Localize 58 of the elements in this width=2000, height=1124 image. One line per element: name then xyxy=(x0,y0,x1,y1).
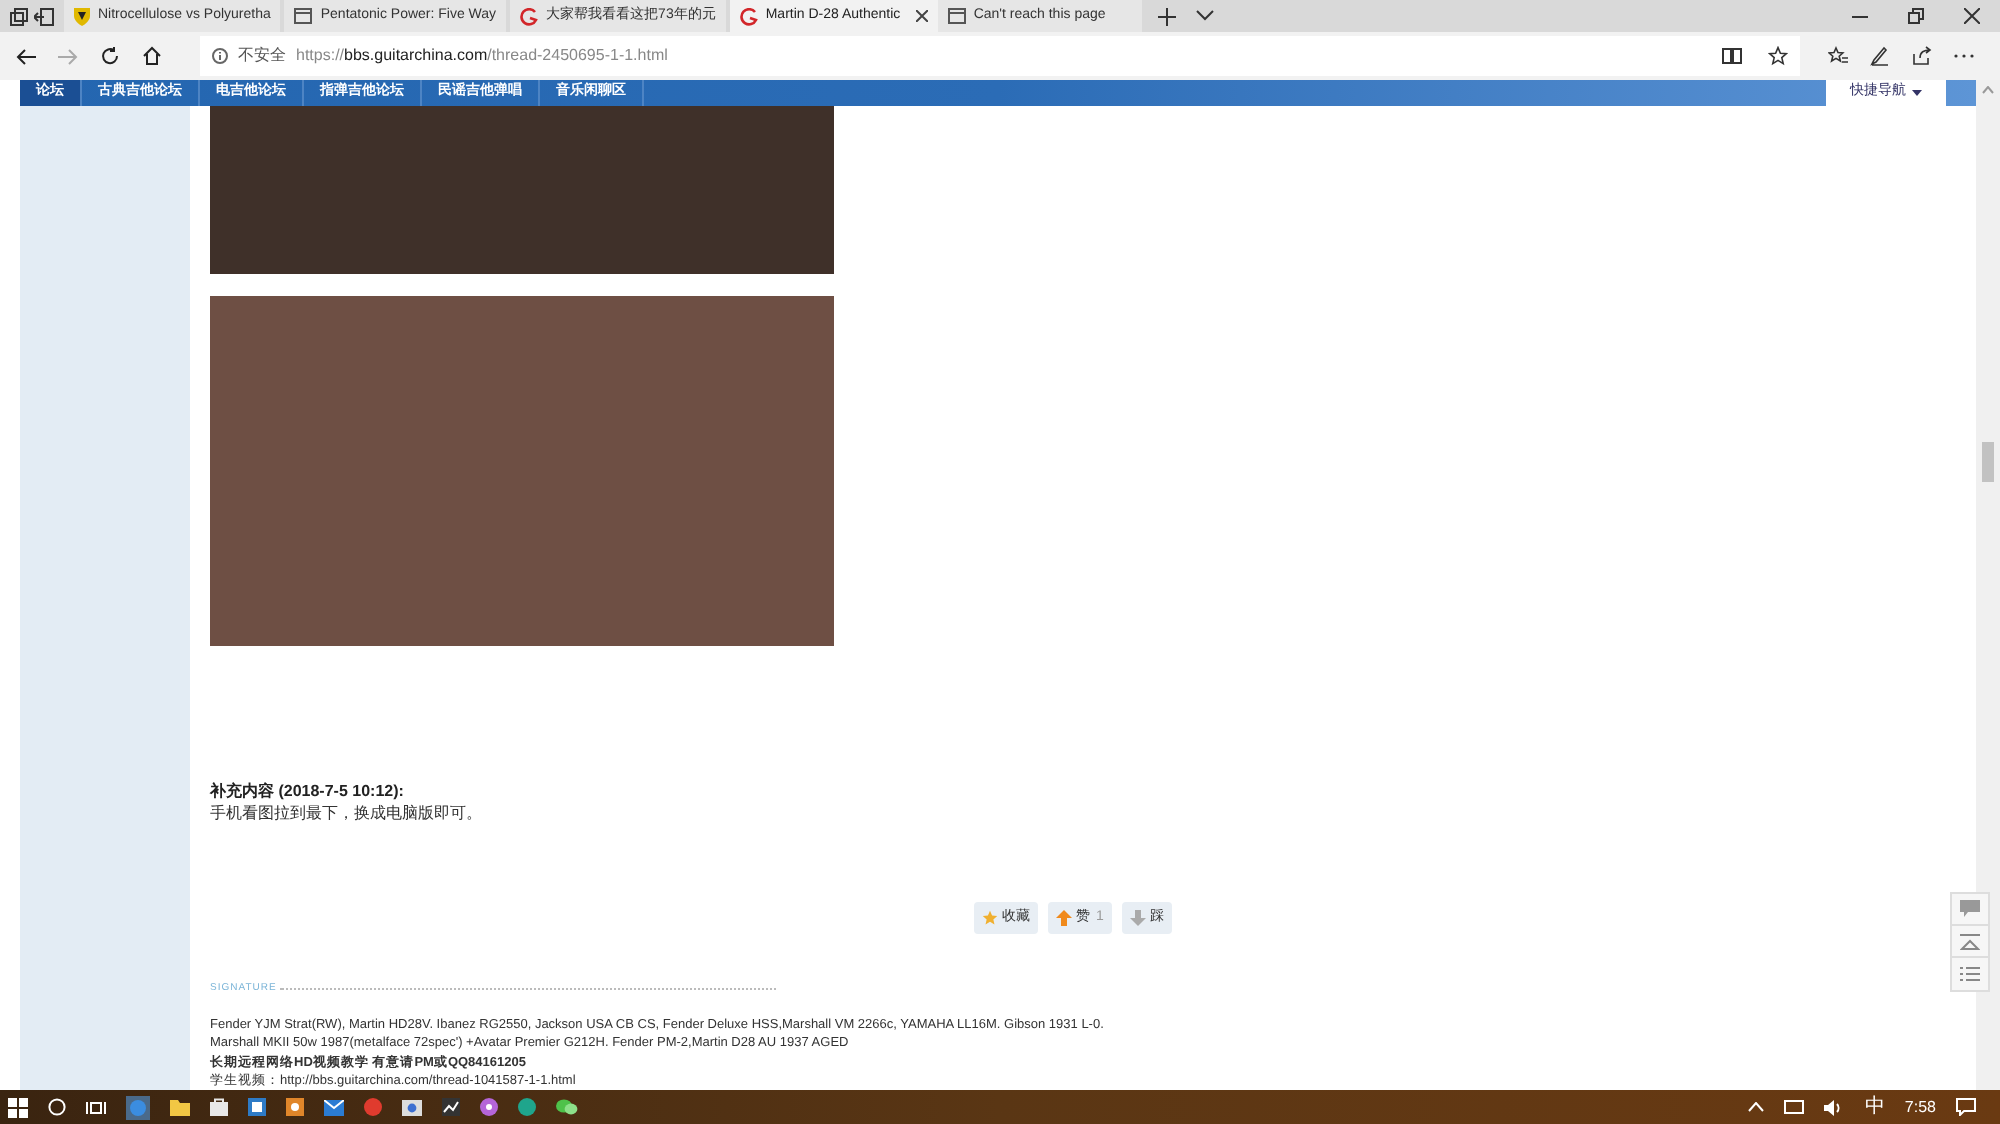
security-label: 不安全 xyxy=(238,44,286,68)
url-text: https://bbs.guitarchina.com/thread-2450695-1-1.html xyxy=(296,44,668,68)
share-icon[interactable] xyxy=(1911,46,1931,66)
list-icon xyxy=(1960,966,1980,982)
clock-text[interactable]: 7:58 xyxy=(1904,1099,1936,1115)
arrow-down-icon xyxy=(1129,910,1146,926)
browser-icon[interactable] xyxy=(126,1095,150,1119)
chevron-up-icon[interactable] xyxy=(1748,1102,1765,1112)
star-icon[interactable] xyxy=(1768,46,1788,66)
comment-tool[interactable] xyxy=(1952,894,1988,926)
top-icon xyxy=(1960,933,1980,949)
pen-icon[interactable] xyxy=(1869,46,1889,66)
search-icon[interactable] xyxy=(48,1098,66,1116)
shield-icon xyxy=(74,7,90,25)
task-view-icon[interactable] xyxy=(86,1099,106,1115)
bag-icon[interactable] xyxy=(210,1098,228,1116)
page-icon xyxy=(294,8,313,24)
close-icon[interactable] xyxy=(1964,8,1980,24)
home-icon[interactable] xyxy=(141,46,161,66)
back-icon[interactable] xyxy=(15,47,35,65)
globe-app-icon[interactable] xyxy=(518,1098,536,1116)
chevron-down-icon[interactable] xyxy=(1195,10,1214,22)
refresh-icon[interactable] xyxy=(99,46,119,66)
app-tile-icon[interactable] xyxy=(286,1098,304,1116)
mail-icon[interactable] xyxy=(324,1099,344,1115)
book-icon[interactable] xyxy=(1722,48,1742,64)
tab-back-icon[interactable] xyxy=(34,7,55,25)
address-field[interactable]: 不安全 https://bbs.guitarchina.com/thread-2450695-1-1.html xyxy=(200,36,1800,76)
tabs-icon[interactable] xyxy=(9,7,28,25)
info-icon[interactable] xyxy=(212,48,228,64)
minimize-icon[interactable] xyxy=(1852,15,1868,17)
supplement-text: 手机看图拉到最下，换成电脑版即可。 xyxy=(210,802,484,824)
supplement-title: 补充内容 (2018-7-5 10:12): xyxy=(210,782,406,802)
comment-icon xyxy=(1960,900,1980,918)
scrollbar-thumb[interactable] xyxy=(1982,442,1994,482)
swirl-logo-icon xyxy=(739,7,758,25)
folder-icon[interactable] xyxy=(170,1099,190,1115)
caret-icon xyxy=(1912,90,1922,96)
circle-app-icon[interactable] xyxy=(364,1098,382,1116)
volume-icon[interactable] xyxy=(1824,1099,1845,1115)
windows-icon[interactable] xyxy=(8,1097,28,1117)
close-tab-icon[interactable] xyxy=(915,10,928,22)
cloud-icon[interactable] xyxy=(402,1099,422,1115)
disc-icon[interactable] xyxy=(480,1098,498,1116)
chat-icon[interactable] xyxy=(556,1098,578,1116)
favorites-icon[interactable] xyxy=(1827,46,1847,66)
page-icon xyxy=(947,8,966,24)
network-icon[interactable] xyxy=(1784,1099,1805,1115)
app-grid-icon[interactable] xyxy=(248,1098,266,1116)
restore-icon[interactable] xyxy=(1908,8,1924,24)
chart-app-icon[interactable] xyxy=(442,1098,460,1116)
star-icon xyxy=(982,910,998,926)
forward-icon xyxy=(57,47,77,65)
arrow-up-icon xyxy=(1056,910,1072,926)
input-method-label[interactable]: 中 xyxy=(1864,1097,1885,1117)
new-tab-icon[interactable] xyxy=(1157,7,1176,25)
notification-icon[interactable] xyxy=(1956,1098,1976,1116)
swirl-logo-icon xyxy=(520,7,539,25)
